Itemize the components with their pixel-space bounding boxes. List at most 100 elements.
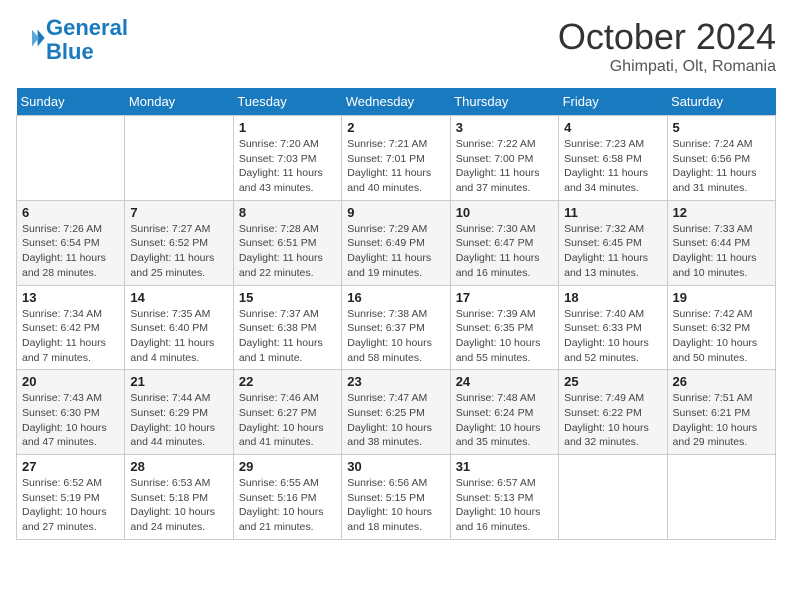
- day-info: Sunrise: 6:55 AM Sunset: 5:16 PM Dayligh…: [239, 476, 336, 535]
- day-info: Sunrise: 7:47 AM Sunset: 6:25 PM Dayligh…: [347, 391, 444, 450]
- logo-icon: [18, 24, 46, 52]
- calendar-cell: 7 Sunrise: 7:27 AM Sunset: 6:52 PM Daylig…: [125, 200, 233, 285]
- calendar-week-row: 20Sunrise: 7:43 AM Sunset: 6:30 PM Dayli…: [17, 370, 776, 455]
- day-info: Sunrise: 7:20 AM Sunset: 7:03 PM Dayligh…: [239, 137, 336, 196]
- day-number: 16: [347, 290, 444, 305]
- day-info: Sunrise: 7:44 AM Sunset: 6:29 PM Dayligh…: [130, 391, 227, 450]
- logo-line1: General: [46, 15, 128, 40]
- day-info: Sunrise: 6:52 AM Sunset: 5:19 PM Dayligh…: [22, 476, 119, 535]
- calendar-cell: 5 Sunrise: 7:24 AM Sunset: 6:56 PM Daylig…: [667, 116, 775, 201]
- day-number: 12: [673, 205, 770, 220]
- weekday-header-friday: Friday: [559, 88, 667, 116]
- day-number: 11: [564, 205, 661, 220]
- day-info: Sunrise: 7:51 AM Sunset: 6:21 PM Dayligh…: [673, 391, 770, 450]
- calendar-cell: 25 Sunrise: 7:49 AM Sunset: 6:22 PM Dayli…: [559, 370, 667, 455]
- day-number: 18: [564, 290, 661, 305]
- calendar-cell: 18Sunrise: 7:40 AM Sunset: 6:33 PM Dayli…: [559, 285, 667, 370]
- day-info: Sunrise: 7:28 AM Sunset: 6:51 PM Dayligh…: [239, 222, 336, 281]
- day-info: Sunrise: 7:26 AM Sunset: 6:54 PM Dayligh…: [22, 222, 119, 281]
- calendar-cell: 3 Sunrise: 7:22 AM Sunset: 7:00 PM Daylig…: [450, 116, 558, 201]
- calendar-cell: 29 Sunrise: 6:55 AM Sunset: 5:16 PM Dayli…: [233, 455, 341, 540]
- day-number: 27: [22, 459, 119, 474]
- day-info: Sunrise: 7:21 AM Sunset: 7:01 PM Dayligh…: [347, 137, 444, 196]
- day-number: 5: [673, 120, 770, 135]
- day-number: 20: [22, 374, 119, 389]
- day-number: 17: [456, 290, 553, 305]
- day-number: 10: [456, 205, 553, 220]
- calendar-cell: 26 Sunrise: 7:51 AM Sunset: 6:21 PM Dayli…: [667, 370, 775, 455]
- calendar-cell: 2Sunrise: 7:21 AM Sunset: 7:01 PM Daylig…: [342, 116, 450, 201]
- day-info: Sunrise: 7:27 AM Sunset: 6:52 PM Dayligh…: [130, 222, 227, 281]
- day-number: 1: [239, 120, 336, 135]
- calendar-cell: [17, 116, 125, 201]
- calendar-cell: 20Sunrise: 7:43 AM Sunset: 6:30 PM Dayli…: [17, 370, 125, 455]
- day-info: Sunrise: 7:30 AM Sunset: 6:47 PM Dayligh…: [456, 222, 553, 281]
- day-info: Sunrise: 7:29 AM Sunset: 6:49 PM Dayligh…: [347, 222, 444, 281]
- month-title: October 2024: [558, 16, 776, 58]
- calendar-week-row: 1 Sunrise: 7:20 AM Sunset: 7:03 PM Daylig…: [17, 116, 776, 201]
- calendar-cell: 28 Sunrise: 6:53 AM Sunset: 5:18 PM Dayli…: [125, 455, 233, 540]
- day-info: Sunrise: 7:23 AM Sunset: 6:58 PM Dayligh…: [564, 137, 661, 196]
- calendar-cell: 11 Sunrise: 7:32 AM Sunset: 6:45 PM Dayli…: [559, 200, 667, 285]
- day-number: 26: [673, 374, 770, 389]
- calendar-cell: [125, 116, 233, 201]
- weekday-header-row: SundayMondayTuesdayWednesdayThursdayFrid…: [17, 88, 776, 116]
- day-number: 8: [239, 205, 336, 220]
- weekday-header-tuesday: Tuesday: [233, 88, 341, 116]
- weekday-header-saturday: Saturday: [667, 88, 775, 116]
- location: Ghimpati, Olt, Romania: [558, 58, 776, 76]
- calendar-cell: 12 Sunrise: 7:33 AM Sunset: 6:44 PM Dayli…: [667, 200, 775, 285]
- day-number: 3: [456, 120, 553, 135]
- day-info: Sunrise: 7:33 AM Sunset: 6:44 PM Dayligh…: [673, 222, 770, 281]
- calendar-cell: 27 Sunrise: 6:52 AM Sunset: 5:19 PM Dayli…: [17, 455, 125, 540]
- calendar-cell: 31 Sunrise: 6:57 AM Sunset: 5:13 PM Dayli…: [450, 455, 558, 540]
- page-header: General Blue October 2024 Ghimpati, Olt,…: [16, 16, 776, 76]
- day-number: 4: [564, 120, 661, 135]
- calendar-week-row: 13Sunrise: 7:34 AM Sunset: 6:42 PM Dayli…: [17, 285, 776, 370]
- day-number: 28: [130, 459, 227, 474]
- day-info: Sunrise: 7:46 AM Sunset: 6:27 PM Dayligh…: [239, 391, 336, 450]
- day-info: Sunrise: 6:57 AM Sunset: 5:13 PM Dayligh…: [456, 476, 553, 535]
- calendar-cell: 24Sunrise: 7:48 AM Sunset: 6:24 PM Dayli…: [450, 370, 558, 455]
- weekday-header-monday: Monday: [125, 88, 233, 116]
- weekday-header-sunday: Sunday: [17, 88, 125, 116]
- day-number: 19: [673, 290, 770, 305]
- day-number: 22: [239, 374, 336, 389]
- day-info: Sunrise: 7:49 AM Sunset: 6:22 PM Dayligh…: [564, 391, 661, 450]
- day-number: 9: [347, 205, 444, 220]
- calendar-cell: 14 Sunrise: 7:35 AM Sunset: 6:40 PM Dayli…: [125, 285, 233, 370]
- day-number: 7: [130, 205, 227, 220]
- day-info: Sunrise: 7:24 AM Sunset: 6:56 PM Dayligh…: [673, 137, 770, 196]
- calendar-cell: 21 Sunrise: 7:44 AM Sunset: 6:29 PM Dayli…: [125, 370, 233, 455]
- day-info: Sunrise: 7:37 AM Sunset: 6:38 PM Dayligh…: [239, 307, 336, 366]
- day-number: 23: [347, 374, 444, 389]
- day-number: 25: [564, 374, 661, 389]
- day-info: Sunrise: 6:53 AM Sunset: 5:18 PM Dayligh…: [130, 476, 227, 535]
- logo-text: General Blue: [46, 16, 128, 64]
- weekday-header-thursday: Thursday: [450, 88, 558, 116]
- calendar-cell: 4 Sunrise: 7:23 AM Sunset: 6:58 PM Daylig…: [559, 116, 667, 201]
- calendar-cell: 30Sunrise: 6:56 AM Sunset: 5:15 PM Dayli…: [342, 455, 450, 540]
- weekday-header-wednesday: Wednesday: [342, 88, 450, 116]
- day-info: Sunrise: 7:38 AM Sunset: 6:37 PM Dayligh…: [347, 307, 444, 366]
- day-info: Sunrise: 7:32 AM Sunset: 6:45 PM Dayligh…: [564, 222, 661, 281]
- day-info: Sunrise: 7:39 AM Sunset: 6:35 PM Dayligh…: [456, 307, 553, 366]
- calendar-cell: 22 Sunrise: 7:46 AM Sunset: 6:27 PM Dayli…: [233, 370, 341, 455]
- calendar-cell: 1 Sunrise: 7:20 AM Sunset: 7:03 PM Daylig…: [233, 116, 341, 201]
- day-number: 21: [130, 374, 227, 389]
- day-number: 29: [239, 459, 336, 474]
- day-number: 31: [456, 459, 553, 474]
- day-number: 14: [130, 290, 227, 305]
- calendar-cell: 6 Sunrise: 7:26 AM Sunset: 6:54 PM Daylig…: [17, 200, 125, 285]
- logo-line2: Blue: [46, 39, 94, 64]
- day-number: 6: [22, 205, 119, 220]
- title-block: October 2024 Ghimpati, Olt, Romania: [558, 16, 776, 76]
- day-number: 30: [347, 459, 444, 474]
- calendar-cell: 8 Sunrise: 7:28 AM Sunset: 6:51 PM Daylig…: [233, 200, 341, 285]
- calendar-cell: 16 Sunrise: 7:38 AM Sunset: 6:37 PM Dayli…: [342, 285, 450, 370]
- day-info: Sunrise: 7:22 AM Sunset: 7:00 PM Dayligh…: [456, 137, 553, 196]
- calendar-table: SundayMondayTuesdayWednesdayThursdayFrid…: [16, 88, 776, 540]
- day-info: Sunrise: 7:48 AM Sunset: 6:24 PM Dayligh…: [456, 391, 553, 450]
- day-info: Sunrise: 7:35 AM Sunset: 6:40 PM Dayligh…: [130, 307, 227, 366]
- calendar-cell: [667, 455, 775, 540]
